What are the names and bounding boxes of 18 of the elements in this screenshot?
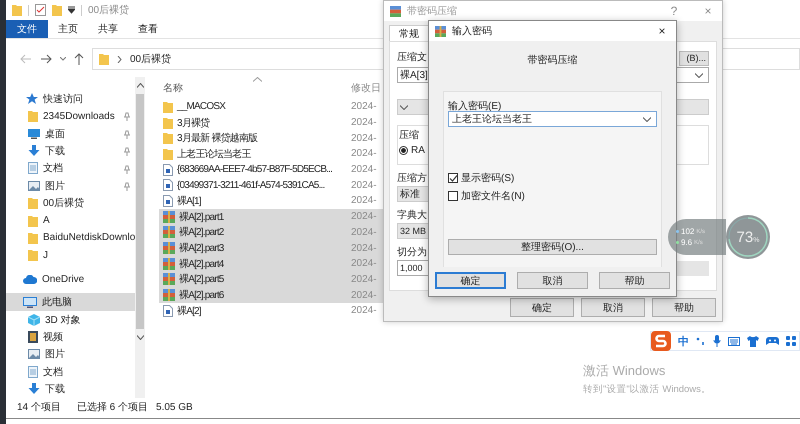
status-text: 14 个项目 bbox=[17, 401, 61, 414]
field-label: 切分为 bbox=[397, 246, 427, 259]
field-label: 字典大 bbox=[397, 208, 427, 222]
status-text: 5.05 GB bbox=[156, 402, 193, 412]
activation-text: 转到"设置"以激活 Windows。 bbox=[583, 383, 711, 396]
dialog-title: 带密码压缩 bbox=[407, 4, 457, 18]
group-label: 压缩 bbox=[399, 128, 419, 142]
window-title: 00后裸贷 bbox=[88, 4, 130, 17]
activation-title: 激活 Windows bbox=[583, 362, 666, 380]
field-label: 输入密码(E) bbox=[448, 100, 502, 111]
dialog-title: 输入密码 bbox=[452, 24, 492, 38]
upload-speed: 102 bbox=[681, 227, 694, 236]
download-speed: 9.6 bbox=[681, 238, 692, 247]
dialog-heading: 带密码压缩 bbox=[526, 54, 578, 67]
field-label: 压缩方 bbox=[397, 172, 427, 185]
field-label: 压缩文 bbox=[397, 50, 427, 64]
status-text: 已选择 6 个项目 bbox=[76, 400, 148, 414]
memory-percent: 73 bbox=[736, 228, 754, 246]
